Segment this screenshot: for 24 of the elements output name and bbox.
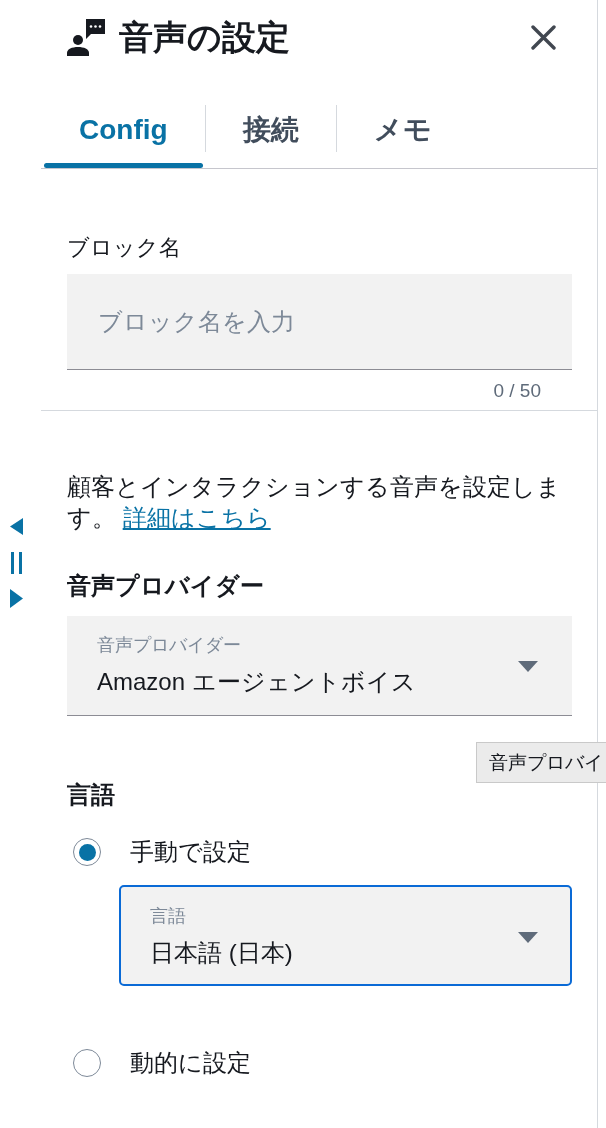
section-heading: 音声プロバイダー — [67, 571, 264, 601]
tab[interactable]: メモ — [336, 100, 469, 168]
caret-down-icon[interactable] — [518, 660, 538, 672]
right-triangle-icon[interactable] — [10, 589, 23, 608]
section-heading: 言語 — [67, 780, 115, 810]
double-bar-icon[interactable] — [10, 552, 23, 574]
learn-more-link[interactable]: 詳細はこちら — [122, 504, 271, 531]
left-triangle-icon[interactable] — [10, 518, 23, 535]
caret-down-icon[interactable] — [518, 931, 538, 943]
text-input[interactable]: ブロック名を入力 — [67, 274, 572, 370]
radio-label[interactable]: 手動で設定 — [130, 836, 251, 868]
radio-button[interactable] — [73, 1049, 101, 1077]
dropdown-select[interactable]: 音声プロバイダー Amazon エージェントボイス — [67, 616, 572, 716]
tab[interactable]: 接続 — [205, 100, 336, 168]
character-counter: 0 / 50 — [493, 379, 541, 403]
panel-title: 音声の設定 — [119, 18, 290, 56]
radio-label[interactable]: 動的に設定 — [130, 1047, 251, 1079]
field-label: ブロック名 — [67, 234, 181, 262]
tooltip: 音声プロバイ — [476, 742, 606, 783]
tab[interactable]: Config — [42, 100, 205, 168]
person-chat-bubble-icon — [67, 18, 105, 56]
description-text: 顧客とインタラクションする音声を設定します。 詳細はこちら — [67, 472, 562, 533]
radio-button[interactable] — [73, 838, 101, 866]
dropdown-select[interactable]: 言語 日本語 (日本) — [119, 885, 572, 986]
